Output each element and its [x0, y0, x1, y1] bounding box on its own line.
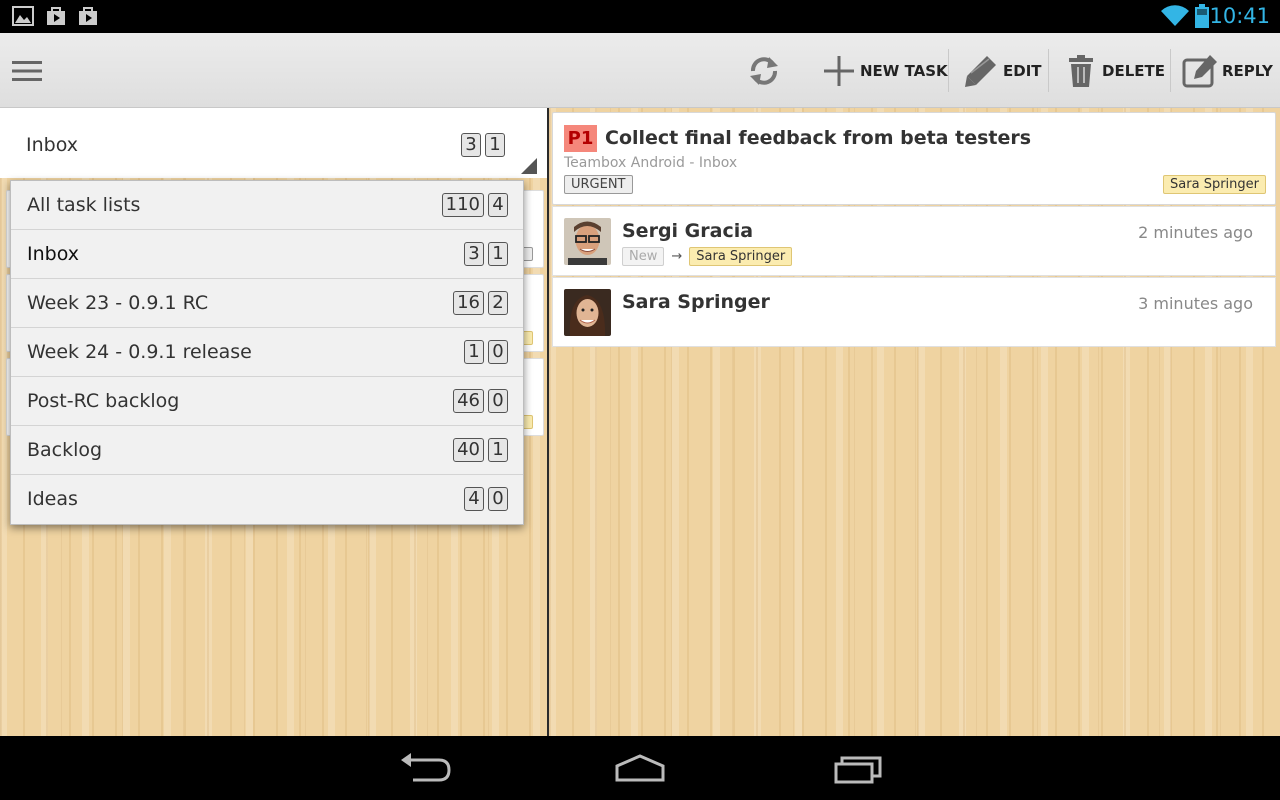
compose-icon — [1182, 54, 1217, 87]
separator — [1048, 49, 1049, 92]
plus-icon — [824, 55, 854, 86]
comment-timestamp: 2 minutes ago — [1138, 223, 1253, 242]
dropdown-item-all-task-lists[interactable]: All task lists 110 4 — [11, 181, 523, 230]
wifi-icon — [1161, 5, 1189, 26]
dropdown-item-week-24[interactable]: Week 24 - 0.9.1 release 10 — [11, 328, 523, 377]
status-bar: 10:41 — [0, 0, 1280, 33]
new-task-label: NEW TASK — [860, 61, 948, 80]
task-count-badge: 46 — [453, 389, 484, 413]
dropdown-item-label: Post-RC backlog — [27, 390, 180, 412]
task-count-badge: 3 — [464, 242, 484, 266]
sync-button[interactable] — [747, 33, 781, 108]
dropdown-item-label: Week 23 - 0.9.1 RC — [27, 292, 209, 314]
recent-apps-icon[interactable] — [828, 750, 888, 786]
dropdown-item-week-23[interactable]: Week 23 - 0.9.1 RC 16 2 — [11, 279, 523, 328]
task-list-spinner[interactable]: Inbox 3 1 — [0, 108, 547, 178]
menu-button[interactable] — [12, 33, 42, 108]
dropdown-item-backlog[interactable]: Backlog 40 1 — [11, 426, 523, 475]
unread-count-badge: 2 — [488, 291, 508, 315]
dropdown-item-post-rc-backlog[interactable]: Post-RC backlog 46 0 — [11, 377, 523, 426]
task-detail-pane: P1 Collect final feedback from beta test… — [549, 108, 1280, 736]
comment-item[interactable]: Sergi Gracia 2 minutes ago New → Sara Sp… — [552, 206, 1276, 276]
dropdown-item-inbox[interactable]: Inbox 31 — [11, 230, 523, 279]
urgent-tag[interactable]: URGENT — [564, 175, 633, 194]
assignee-tag[interactable]: Sara Springer — [689, 247, 793, 266]
dropdown-item-ideas[interactable]: Ideas 40 — [11, 475, 523, 524]
assignee-tag[interactable]: Sara Springer — [1163, 175, 1266, 194]
unread-count-badge: 0 — [488, 389, 508, 413]
comment-timestamp: 3 minutes ago — [1138, 294, 1253, 313]
comment-author: Sergi Gracia — [622, 220, 754, 242]
battery-icon — [1195, 4, 1209, 28]
trash-icon — [1069, 54, 1093, 87]
task-detail-card: P1 Collect final feedback from beta test… — [552, 112, 1276, 205]
task-count-badge: 40 — [453, 438, 484, 462]
edit-label: EDIT — [1003, 61, 1042, 80]
task-count-badge: 1 — [464, 340, 484, 364]
unread-count-badge: 1 — [485, 133, 505, 157]
pencil-icon — [965, 55, 996, 87]
comment-author: Sara Springer — [622, 291, 770, 313]
task-title: Collect final feedback from beta testers — [605, 127, 1032, 149]
reply-button[interactable]: REPLY — [1182, 33, 1273, 108]
unread-count-badge: 0 — [488, 487, 508, 511]
task-project-path: Teambox Android - Inbox — [564, 155, 738, 171]
dropdown-item-label: Backlog — [27, 439, 103, 461]
dropdown-arrow-icon — [521, 158, 537, 174]
separator — [948, 49, 949, 92]
status-new-tag: New — [622, 247, 665, 266]
play-store-icon — [47, 7, 65, 25]
play-store-icon-2 — [79, 7, 97, 25]
avatar — [564, 218, 611, 265]
separator — [1170, 49, 1171, 92]
reply-label: REPLY — [1222, 61, 1273, 80]
comment-item[interactable]: Sara Springer 3 minutes ago — [552, 277, 1276, 347]
priority-badge: P1 — [564, 125, 597, 152]
action-bar: NEW TASK EDIT DELETE REPLY — [0, 33, 1280, 108]
task-count-badge: 3 — [461, 133, 481, 157]
new-task-button[interactable]: NEW TASK — [822, 33, 948, 108]
delete-label: DELETE — [1102, 61, 1165, 80]
gallery-icon — [12, 6, 34, 26]
dropdown-item-label: All task lists — [27, 194, 141, 216]
task-count-badge: 16 — [453, 291, 484, 315]
dropdown-item-label: Week 24 - 0.9.1 release — [27, 341, 252, 363]
navigation-bar — [0, 736, 1280, 800]
sync-icon — [750, 56, 778, 85]
status-change: New → Sara Springer — [622, 247, 793, 266]
unread-count-badge: 0 — [488, 340, 508, 364]
edit-button[interactable]: EDIT — [963, 33, 1042, 108]
content-area: Inbox 3 1 All task lists 110 4 Inbox 31 W… — [0, 108, 1280, 736]
back-icon[interactable] — [395, 750, 455, 786]
arrow-right-icon: → — [671, 249, 683, 264]
selected-list-counts: 3 1 — [457, 133, 505, 157]
task-count-badge: 4 — [464, 487, 484, 511]
unread-count-badge: 4 — [488, 193, 508, 217]
task-count-badge: 110 — [441, 193, 484, 217]
clock: 10:41 — [1209, 4, 1270, 28]
unread-count-badge: 1 — [488, 242, 508, 266]
task-list-dropdown: All task lists 110 4 Inbox 31 Week 23 - 0… — [10, 180, 524, 525]
task-list-pane: Inbox 3 1 All task lists 110 4 Inbox 31 W… — [0, 108, 547, 736]
dropdown-item-label: Inbox — [27, 243, 79, 265]
hamburger-icon — [12, 60, 42, 81]
unread-count-badge: 1 — [488, 438, 508, 462]
selected-list-label: Inbox — [26, 134, 78, 156]
delete-button[interactable]: DELETE — [1066, 33, 1165, 108]
dropdown-item-label: Ideas — [27, 488, 78, 510]
avatar — [564, 289, 611, 336]
home-icon[interactable] — [610, 750, 670, 786]
